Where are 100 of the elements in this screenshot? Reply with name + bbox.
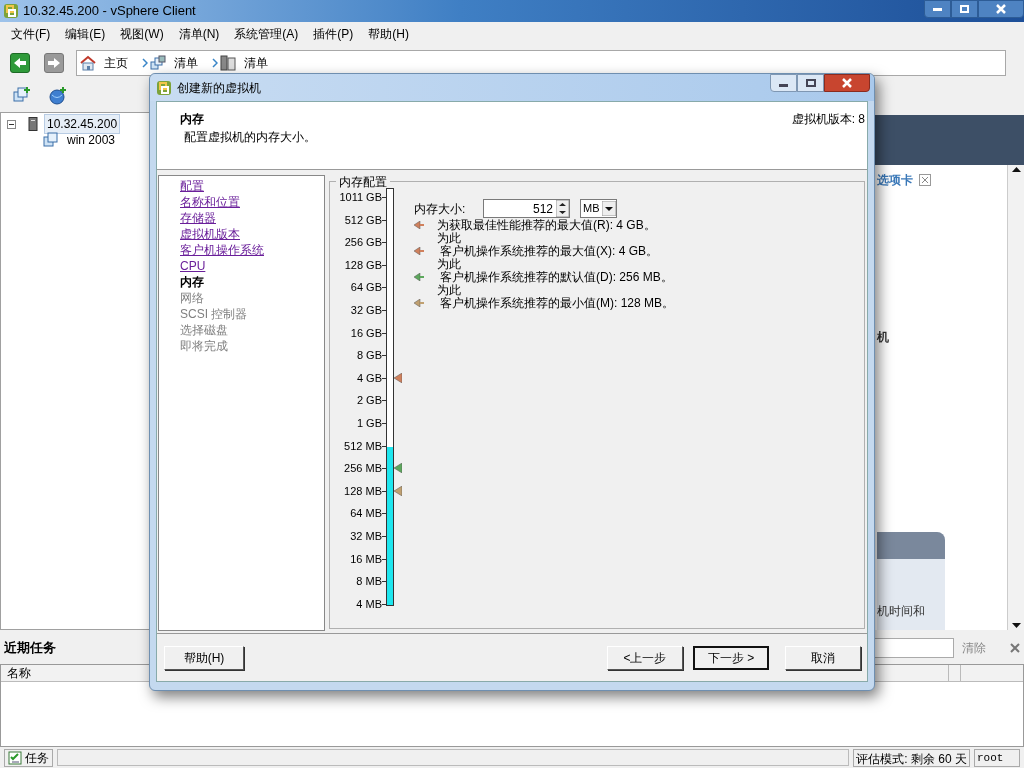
close-icon: [922, 177, 928, 183]
wizard-button[interactable]: 取消: [785, 645, 861, 670]
scale-label: 64 MB: [349, 507, 382, 520]
spinner-icon[interactable]: [556, 200, 569, 217]
wizard-button[interactable]: <上一步: [607, 645, 683, 670]
scale-label: 1011 GB: [338, 191, 382, 203]
scroll-down-icon[interactable]: [1011, 623, 1021, 628]
menu-item[interactable]: 系统管理(A): [227, 25, 306, 43]
menu-item[interactable]: 视图(W): [113, 25, 171, 43]
step-item: 选择磁盘: [180, 322, 228, 338]
step-link[interactable]: CPU: [180, 258, 206, 274]
vm-version: 虚拟机版本: 8: [791, 111, 865, 128]
minus-icon: [9, 121, 14, 127]
close-icon: [996, 4, 1006, 14]
minimize-button[interactable]: [770, 74, 797, 92]
new-vm-icon[interactable]: [13, 87, 31, 105]
recommendation-text: 为获取最佳性能推荐的最大值(R): 4 GB。: [437, 218, 656, 232]
step-item: 即将完成: [180, 338, 228, 354]
step-item: SCSI 控制器: [180, 306, 248, 322]
scale-label: 512 GB: [343, 213, 382, 226]
tasks-button[interactable]: 任务: [4, 748, 53, 767]
recommendation-text: 客户机操作系统推荐的最小值(M): 128 MB。: [440, 296, 674, 310]
tree-item[interactable]: 10.32.45.200: [44, 114, 121, 134]
step-link[interactable]: 配置: [180, 178, 204, 194]
scale-label: 32 GB: [349, 303, 382, 316]
scale-label: 16 MB: [349, 552, 382, 565]
field-label: 内存大小:: [414, 200, 467, 218]
tab-label[interactable]: 选项卡: [877, 171, 913, 189]
breadcrumb-link[interactable]: 清单: [244, 54, 268, 72]
left-arrow-icon: [14, 58, 26, 68]
card-text: 机时间和: [877, 603, 926, 620]
scale-label: 64 GB: [349, 281, 382, 294]
dialog-title: 创建新的虚拟机: [177, 79, 261, 97]
step-link[interactable]: 名称和位置: [180, 194, 240, 210]
scale-label: 128 MB: [343, 484, 382, 497]
vm-icon: [43, 132, 59, 148]
globe-add-icon[interactable]: [49, 87, 67, 105]
menu-item[interactable]: 清单(N): [171, 25, 227, 43]
scale-label: 128 GB: [343, 258, 382, 271]
scale-label: 2 GB: [355, 394, 382, 407]
step-link[interactable]: 虚拟机版本: [180, 226, 240, 242]
house-icon: [80, 55, 96, 71]
step-heading: 内存: [180, 111, 205, 128]
collapse-toggle[interactable]: [7, 119, 16, 129]
scale-label: 16 GB: [349, 326, 382, 339]
maximize-button[interactable]: [797, 74, 824, 92]
memory-size-field[interactable]: 512: [483, 199, 570, 218]
recommendation-lead: 为此: [437, 258, 461, 270]
evaluation-status: 评估模式: 剩余 60 天: [853, 748, 970, 767]
tree-item[interactable]: win 2003: [65, 131, 118, 149]
scale-label: 256 GB: [343, 236, 382, 249]
scroll-up-icon[interactable]: [1011, 167, 1021, 172]
server-icon: [220, 55, 236, 71]
group-title: 内存配置: [336, 173, 390, 191]
recommendation-text: 客户机操作系统推荐的默认值(D): 256 MB。: [440, 270, 673, 284]
card-header: [877, 532, 945, 559]
breadcrumb-link[interactable]: 主页: [104, 54, 128, 72]
step-item: 网络: [180, 290, 204, 306]
scale-label: 4 MB: [355, 597, 382, 610]
close-tab-button[interactable]: [919, 174, 931, 186]
stacked-boxes-icon: [150, 55, 166, 71]
minimize-button[interactable]: [924, 0, 951, 18]
panel-title: 近期任务: [4, 639, 56, 658]
recommendation-lead: 为此: [437, 232, 461, 244]
scale-label: 4 GB: [355, 371, 382, 384]
checklist-icon: [8, 750, 22, 765]
scale-label: 32 MB: [349, 529, 382, 542]
wizard-button[interactable]: 下一步 >: [693, 645, 769, 670]
user-status: root: [974, 748, 1020, 767]
unit-dropdown[interactable]: MB: [580, 199, 617, 218]
menu-item[interactable]: 帮助(H): [361, 25, 416, 43]
step-description: 配置虚拟机的内存大小。: [183, 129, 316, 146]
right-arrow-icon: [48, 58, 60, 68]
step-link[interactable]: 存储器: [180, 210, 216, 226]
close-icon[interactable]: [1010, 643, 1020, 653]
app-logo-icon: [3, 3, 19, 19]
scrollbar[interactable]: [1007, 165, 1024, 630]
back-button[interactable]: [10, 53, 30, 73]
menu-item[interactable]: 文件(F): [4, 25, 58, 43]
dropdown-arrow-icon: [602, 201, 616, 216]
chevron-right-icon: [142, 58, 148, 68]
scale-label: 8 GB: [355, 349, 382, 362]
close-button[interactable]: [978, 0, 1024, 18]
menu-item[interactable]: 编辑(E): [58, 25, 113, 43]
chevron-right-icon: [212, 58, 218, 68]
section-heading: 机: [877, 329, 890, 346]
recommendation-text: 客户机操作系统推荐的最大值(X): 4 GB。: [440, 244, 658, 258]
recommendation-lead: 为此: [437, 284, 461, 296]
scale-label: 1 GB: [355, 416, 382, 429]
menu-item[interactable]: 插件(P): [306, 25, 361, 43]
step-item: 内存: [180, 274, 204, 290]
step-link[interactable]: 客户机操作系统: [180, 242, 264, 258]
scale-label: 256 MB: [343, 462, 382, 475]
breadcrumb-link[interactable]: 清单: [174, 54, 198, 72]
close-button[interactable]: [824, 74, 870, 92]
forward-button[interactable]: [44, 53, 64, 73]
help-button[interactable]: 帮助(H): [164, 645, 244, 670]
app-logo-icon: [156, 79, 172, 96]
scale-label: 8 MB: [355, 575, 382, 588]
restore-button[interactable]: [951, 0, 978, 18]
